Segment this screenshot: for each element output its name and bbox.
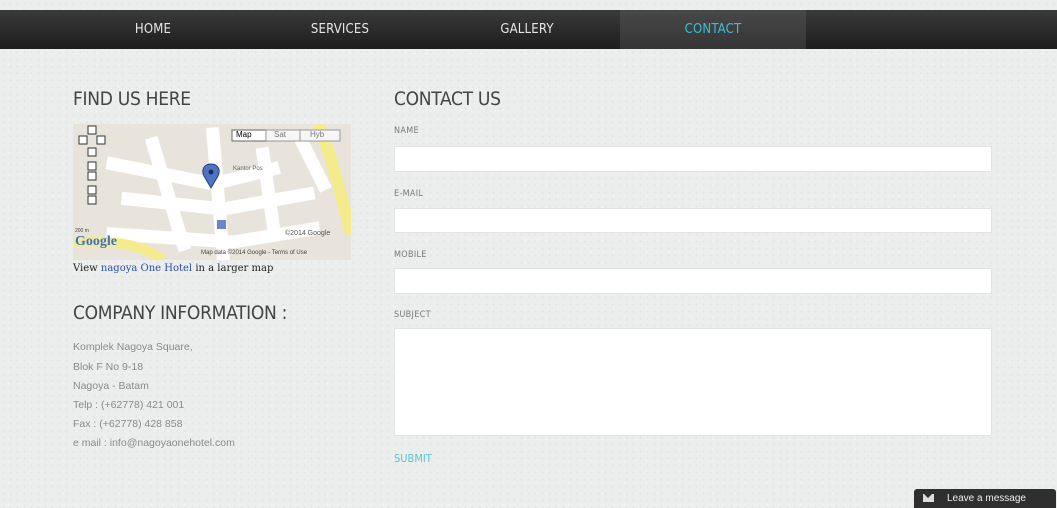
subject-textarea[interactable] (394, 328, 992, 436)
fax-line: Fax : (+62778) 428 858 (73, 418, 183, 430)
address-line-1: Komplek Nagoya Square, (73, 341, 193, 353)
map-street-label: Kantor Pos (233, 166, 263, 172)
nav-menu: HOME SERVICES GALLERY CONTACT (60, 10, 806, 49)
email-line: e mail : info@nagoyaonehotel.com (73, 437, 235, 449)
map-type-sat-button[interactable]: Sat (274, 130, 286, 139)
map-scale: 200 m (75, 228, 89, 234)
mobile-label: MOBILE (394, 250, 427, 260)
contact-us-heading: CONTACT US (394, 88, 501, 110)
larger-map-suffix: in a larger map (192, 263, 274, 274)
name-input[interactable] (394, 146, 992, 172)
mobile-input[interactable] (394, 268, 992, 294)
name-label: NAME (394, 126, 419, 136)
larger-map-prefix: View (73, 263, 101, 274)
map-data-footer[interactable]: Map data ©2014 Google - Terms of Use (201, 250, 307, 256)
phone-line: Telp : (+62778) 421 001 (73, 399, 185, 411)
address-line-3: Nagoya - Batam (73, 380, 149, 392)
email-label: E-MAIL (394, 189, 424, 199)
envelope-icon (923, 494, 934, 502)
map-type-map-button[interactable]: Map (236, 130, 252, 139)
leave-message-button[interactable]: Leave a message (914, 489, 1056, 508)
main-navbar: HOME SERVICES GALLERY CONTACT (0, 10, 1057, 49)
nav-contact[interactable]: CONTACT (620, 10, 806, 49)
subject-label: SUBJECT (394, 310, 431, 320)
embedded-map[interactable]: Map Sat Hyb Kantor Pos Google 200 m ©201… (73, 124, 351, 260)
company-info-heading: COMPANY INFORMATION : (73, 302, 288, 324)
nav-services[interactable]: SERVICES (246, 10, 434, 49)
google-logo[interactable]: Google (75, 234, 117, 250)
map-type-hyb-button[interactable]: Hyb (310, 130, 324, 139)
address-line-2: Blok F No 9-18 (73, 361, 144, 373)
larger-map-text: View nagoya One Hotel in a larger map (73, 263, 273, 274)
larger-map-link[interactable]: nagoya One Hotel (101, 263, 192, 274)
submit-button[interactable]: SUBMIT (394, 452, 432, 465)
nav-home[interactable]: HOME (60, 10, 246, 49)
email-input[interactable] (394, 208, 992, 233)
nav-gallery[interactable]: GALLERY (434, 10, 620, 49)
find-us-heading: FIND US HERE (73, 88, 191, 110)
leave-message-label: Leave a message (947, 493, 1026, 504)
map-attribution: ©2014 Google (285, 230, 331, 237)
